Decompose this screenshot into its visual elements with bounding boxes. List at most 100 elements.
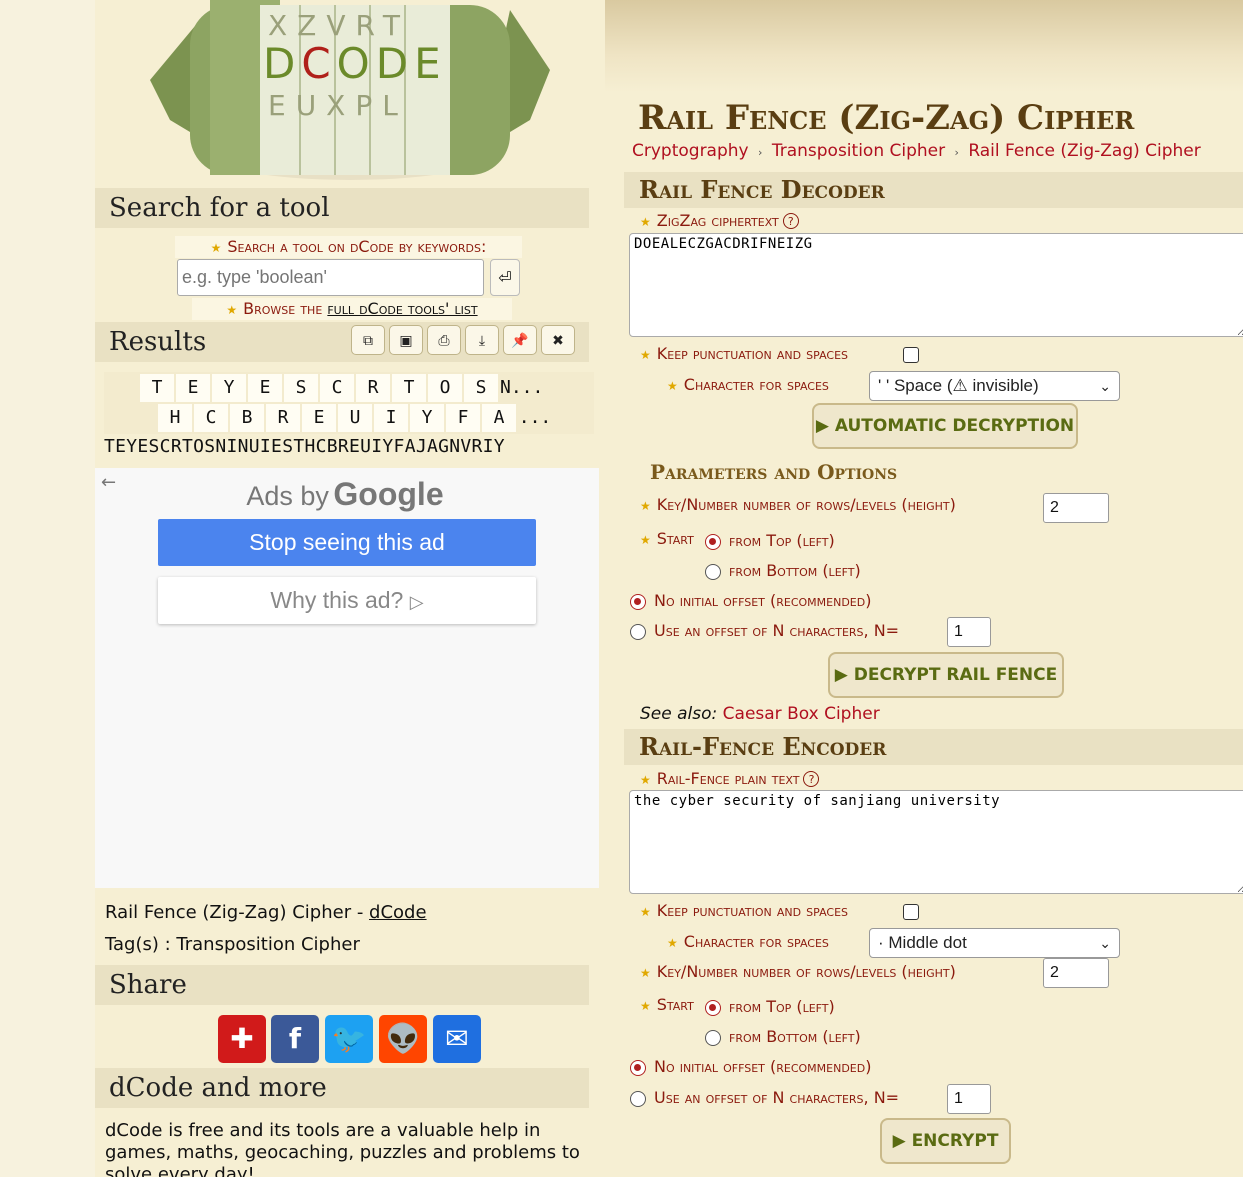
star-icon: ★	[640, 533, 651, 547]
enc-from-bottom-label: from Bottom (left)	[729, 1027, 861, 1046]
enc-from-top-radio[interactable]	[705, 1000, 721, 1016]
chevron-down-icon: ⌄	[1099, 935, 1111, 951]
browse-tools-link[interactable]: full dCode tools' list	[327, 299, 477, 318]
enc-from-bottom-radio[interactable]	[705, 1030, 721, 1046]
pin-icon[interactable]: 📌	[503, 325, 537, 355]
use-offset-radio[interactable]	[630, 624, 646, 640]
star-icon: ★	[640, 999, 651, 1013]
why-this-ad-button[interactable]: Why this ad? ▷	[158, 577, 536, 624]
offset-input[interactable]: 1	[947, 617, 991, 647]
rail-cell: E	[248, 374, 282, 402]
char-spaces-label: Character for spaces	[683, 375, 829, 394]
breadcrumb-cryptography[interactable]: Cryptography	[632, 141, 749, 161]
enc-char-spaces-select[interactable]: · Middle dot ⌄	[869, 928, 1120, 958]
logo-cryptex-icon: DCODE XZVRT EUXPL	[150, 0, 550, 180]
no-offset-radio[interactable]	[630, 594, 646, 610]
caesar-box-link[interactable]: Caesar Box Cipher	[723, 704, 880, 724]
enc-no-offset-radio[interactable]	[630, 1060, 646, 1076]
ciphertext-input[interactable]: DOEALECZGACDRIFNEIZG	[629, 233, 1243, 337]
cipher-label-row: ★ ZigZag ciphertext?	[640, 211, 799, 230]
breadcrumb-railfence[interactable]: Rail Fence (Zig-Zag) Cipher	[968, 141, 1200, 161]
encrypt-button[interactable]: ▶ ENCRYPT	[880, 1118, 1011, 1164]
key-input[interactable]: 2	[1043, 493, 1109, 523]
ad-panel: ← Ads by Google Stop seeing this ad Why …	[95, 468, 599, 888]
browse-prefix: Browse the	[243, 299, 328, 318]
enc-use-offset-radio[interactable]	[630, 1091, 646, 1107]
star-icon: ★	[640, 773, 651, 787]
see-also: See also: Caesar Box Cipher	[640, 704, 880, 724]
rail-cell: R	[356, 374, 390, 402]
download-icon[interactable]: ⤓	[465, 325, 499, 355]
rail-cell: E	[176, 374, 210, 402]
automatic-decryption-button[interactable]: ▶ AUTOMATIC DECRYPTION	[812, 403, 1078, 449]
help-icon[interactable]: ?	[803, 771, 820, 787]
chevron-down-icon: ⌄	[1099, 378, 1111, 394]
use-offset-label: Use an offset of N characters, N=	[654, 621, 900, 640]
from-top-radio[interactable]	[705, 534, 721, 550]
page-margin	[0, 0, 95, 1177]
enc-key-label: Key/Number number of rows/levels (height…	[656, 962, 956, 981]
enc-from-top-label: from Top (left)	[729, 997, 835, 1016]
twitter-icon[interactable]: 🐦	[325, 1015, 373, 1063]
enc-start-row: ★ Start	[640, 995, 694, 1014]
print-icon[interactable]: ⎙	[427, 325, 461, 355]
enc-key-input[interactable]: 2	[1043, 958, 1109, 988]
result-text: TEYESCRTOSNINUIESTHCBREUIYFAJAGNVRIY	[104, 436, 505, 457]
mail-icon[interactable]: ✉	[433, 1015, 481, 1063]
keep-punct-row: ★ Keep punctuation and spaces	[640, 344, 848, 363]
enc-keep-punct-checkbox[interactable]	[903, 904, 919, 920]
enc-offset-input[interactable]: 1	[947, 1084, 991, 1114]
start-row: ★ Start	[640, 529, 694, 548]
enc-key-row: ★ Key/Number number of rows/levels (heigh…	[640, 962, 956, 981]
decrypt-rail-fence-button[interactable]: ▶ DECRYPT RAIL FENCE	[828, 652, 1064, 698]
rail-cell: E	[302, 404, 336, 432]
facebook-icon[interactable]: f	[271, 1015, 319, 1063]
rail-cell: B	[230, 404, 264, 432]
keep-punct-checkbox[interactable]	[903, 347, 919, 363]
close-icon[interactable]: ✖	[541, 325, 575, 355]
page-title: Rail Fence (Zig-Zag) Cipher	[638, 98, 1135, 138]
tags-text: Tag(s) : Transposition Cipher	[105, 934, 360, 955]
enc-char-spaces-row: ★ Character for spaces	[667, 932, 829, 951]
enc-start-label: Start	[656, 995, 694, 1014]
plaintext-input[interactable]: the cyber security of sanjiang universit…	[629, 790, 1243, 894]
rail-cell: Y	[410, 404, 444, 432]
star-icon: ★	[667, 936, 678, 950]
rail-cell: A	[482, 404, 516, 432]
more-text: dCode is free and its tools are a valuab…	[105, 1120, 580, 1177]
floppy-icon[interactable]: ▣	[389, 325, 423, 355]
star-icon: ★	[640, 499, 651, 513]
key-label: Key/Number number of rows/levels (height…	[656, 495, 956, 514]
enc-char-spaces-label: Character for spaces	[683, 932, 829, 951]
star-icon: ★	[226, 303, 238, 317]
decoder-heading: Rail Fence Decoder	[624, 172, 1243, 208]
add-icon[interactable]: ✚	[218, 1015, 266, 1063]
help-icon[interactable]: ?	[782, 213, 799, 229]
copy-icon[interactable]: ⧉	[351, 325, 385, 355]
start-label: Start	[656, 529, 694, 548]
encoder-heading: Rail-Fence Encoder	[624, 729, 1243, 765]
enc-keep-punct-row: ★ Keep punctuation and spaces	[640, 901, 848, 920]
search-input[interactable]	[177, 259, 484, 296]
search-go-button[interactable]: ⏎	[490, 259, 520, 296]
rail-cell: O	[428, 374, 462, 402]
stop-seeing-ad-button[interactable]: Stop seeing this ad	[158, 519, 536, 566]
plain-label-row: ★ Rail-Fence plain text?	[640, 769, 820, 788]
reddit-icon[interactable]: 👽	[379, 1015, 427, 1063]
dcode-link[interactable]: dCode	[369, 902, 427, 923]
star-icon: ★	[640, 905, 651, 919]
rail-cell: T	[392, 374, 426, 402]
more-heading: dCode and more	[95, 1068, 589, 1108]
no-offset-label: No initial offset (recommended)	[654, 591, 872, 610]
breadcrumb-transposition[interactable]: Transposition Cipher	[772, 141, 945, 161]
char-spaces-select[interactable]: ' ' Space (⚠ invisible) ⌄	[869, 371, 1120, 401]
star-icon: ★	[640, 348, 651, 362]
star-icon: ★	[667, 379, 678, 393]
rail-cell: R	[266, 404, 300, 432]
from-bottom-radio[interactable]	[705, 564, 721, 580]
dcode-logo[interactable]: DCODE XZVRT EUXPL	[150, 0, 550, 190]
rail-cell: ...	[518, 407, 552, 428]
page-reference: Rail Fence (Zig-Zag) Cipher - dCode	[105, 902, 427, 923]
see-also-label: See also:	[640, 704, 723, 724]
rail-cell: S	[284, 374, 318, 402]
